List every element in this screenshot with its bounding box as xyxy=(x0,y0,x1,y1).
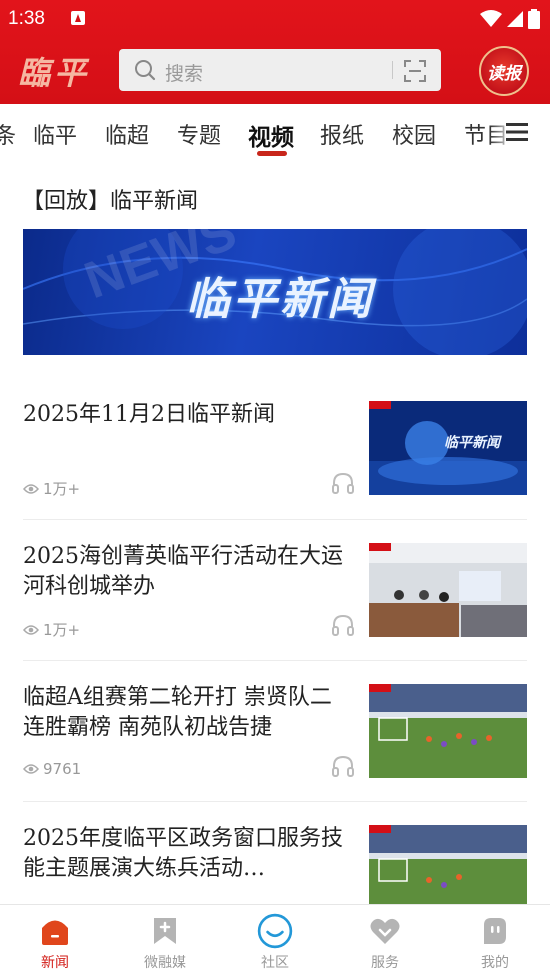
status-icons xyxy=(480,9,540,29)
tab-campus[interactable]: 校园 xyxy=(392,118,436,150)
view-count-value: 1万+ xyxy=(43,480,81,498)
wifi-icon xyxy=(480,10,502,27)
notification-icon xyxy=(71,11,85,25)
channel-menu-icon[interactable] xyxy=(506,122,528,142)
studio-image: 临平新闻 xyxy=(369,401,527,495)
heart-icon xyxy=(370,918,400,944)
football-image xyxy=(369,825,527,904)
headphone-icon[interactable] xyxy=(331,755,355,777)
headphone-icon[interactable] xyxy=(331,472,355,494)
svg-text:临平新闻: 临平新闻 xyxy=(444,434,502,451)
nav-micro-media[interactable]: 微融媒 xyxy=(110,905,220,979)
view-count: 1万+ xyxy=(23,619,80,640)
signal-icon xyxy=(507,11,523,27)
app-logo: 臨平 xyxy=(18,54,91,92)
scan-icon[interactable] xyxy=(403,59,427,83)
search-placeholder: 搜索 xyxy=(165,63,204,85)
app-header: 1:38 臨平 搜索 读报 xyxy=(0,0,550,104)
battery-icon xyxy=(528,9,540,29)
news-thumbnail xyxy=(369,825,527,904)
profile-icon xyxy=(484,918,506,944)
nav-news[interactable]: 新闻 xyxy=(0,905,110,979)
view-count: 9761 xyxy=(23,760,81,778)
eye-icon xyxy=(23,764,39,774)
nav-label: 新闻 xyxy=(41,955,69,971)
bookmark-plus-icon xyxy=(154,918,176,944)
nav-service[interactable]: 服务 xyxy=(330,905,440,979)
tab-linchao[interactable]: 临超 xyxy=(105,118,149,150)
news-item[interactable]: 临超A组赛第二轮开打 崇贤队二连胜霸榜 南苑队初战告捷 9761 xyxy=(0,683,550,824)
nav-label: 我的 xyxy=(481,955,509,971)
news-thumbnail xyxy=(369,684,527,778)
news-thumbnail: 临平新闻 xyxy=(369,401,527,495)
status-time: 1:38 xyxy=(8,8,45,29)
eye-icon xyxy=(23,483,39,494)
headphone-icon[interactable] xyxy=(331,614,355,636)
nav-label: 服务 xyxy=(371,955,399,971)
conference-image xyxy=(369,543,527,637)
banner-title: 临平新闻 xyxy=(186,274,374,325)
list-divider xyxy=(23,660,527,661)
nav-label: 社区 xyxy=(261,955,289,971)
news-title: 2025年11月2日临平新闻 xyxy=(23,402,275,427)
status-bar: 1:38 xyxy=(0,0,550,38)
tab-linping[interactable]: 临平 xyxy=(33,118,77,150)
smile-circle-icon xyxy=(257,913,293,949)
view-count-value: 1万+ xyxy=(43,621,81,639)
list-divider xyxy=(23,519,527,520)
football-image xyxy=(369,684,527,778)
tab-newspaper[interactable]: 报纸 xyxy=(320,118,364,150)
tab-special[interactable]: 专题 xyxy=(177,118,221,150)
active-tab-indicator xyxy=(257,151,287,156)
news-title: 2025海创菁英临平行活动在大运河科创城举办 xyxy=(23,544,343,599)
news-icon xyxy=(42,920,68,945)
nav-mine[interactable]: 我的 xyxy=(440,905,550,979)
replay-title: 【回放】临平新闻 xyxy=(22,189,199,214)
list-divider xyxy=(23,801,527,802)
replay-banner[interactable]: NEWS 临平新闻 xyxy=(23,229,527,355)
tab-partial[interactable]: 条 xyxy=(0,118,16,150)
news-thumbnail xyxy=(369,543,527,637)
news-item[interactable]: 2025年度临平区政务窗口服务技能主题展演大练兵活动… xyxy=(0,824,550,904)
read-paper-button[interactable]: 读报 xyxy=(479,46,529,96)
eye-icon xyxy=(23,624,39,635)
bottom-nav: 新闻 微融媒 社区 服务 我的 xyxy=(0,904,550,979)
view-count-value: 9761 xyxy=(43,760,82,778)
news-item[interactable]: 2025海创菁英临平行活动在大运河科创城举办 1万+ xyxy=(0,542,550,683)
news-title: 2025年度临平区政务窗口服务技能主题展演大练兵活动… xyxy=(23,826,343,881)
search-divider xyxy=(392,61,393,79)
search-icon xyxy=(135,60,156,81)
read-paper-label: 读报 xyxy=(487,63,521,84)
view-count: 1万+ xyxy=(23,478,80,499)
nav-label: 微融媒 xyxy=(144,955,186,971)
nav-community[interactable]: 社区 xyxy=(220,905,330,979)
news-title: 临超A组赛第二轮开打 崇贤队二连胜霸榜 南苑队初战告捷 xyxy=(23,685,332,740)
tab-video[interactable]: 视频 xyxy=(248,118,294,152)
